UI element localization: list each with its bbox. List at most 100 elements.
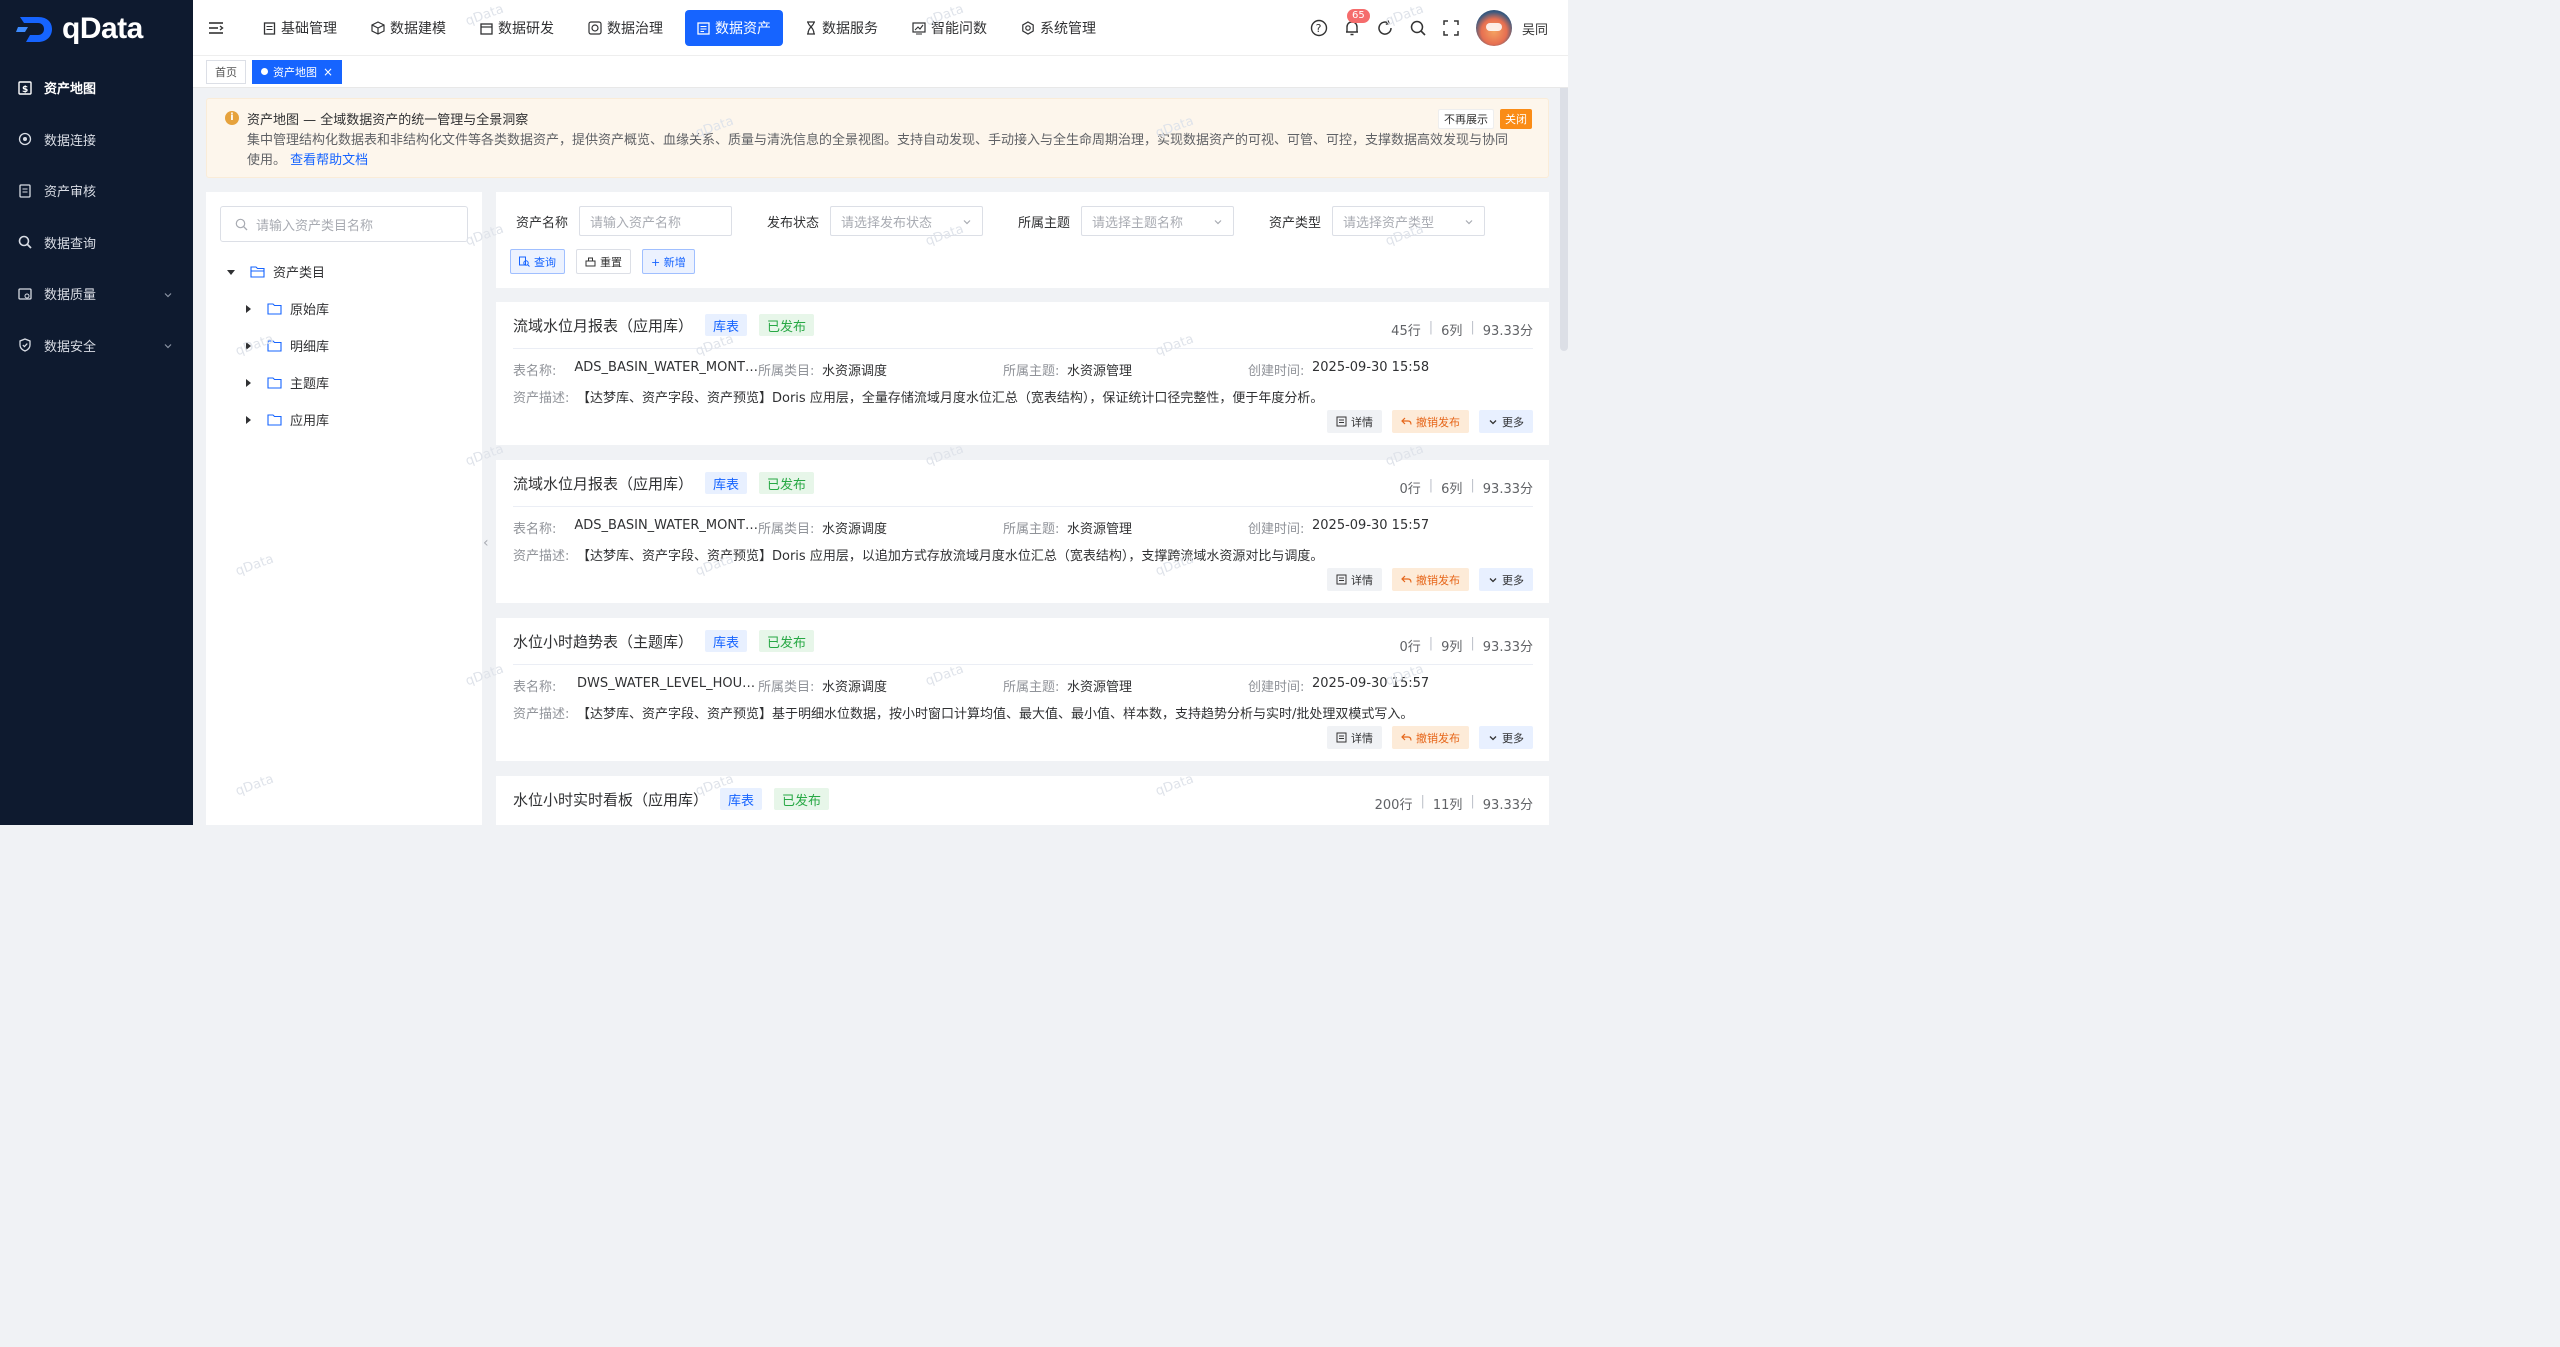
revoke-publish-button[interactable]: 撤销发布: [1392, 410, 1469, 433]
top-menu-governance[interactable]: 数据治理: [576, 10, 675, 46]
sidebar-item-label: 资产审核: [44, 185, 97, 201]
refresh-icon[interactable]: [1374, 17, 1396, 39]
dismiss-button[interactable]: 不再展示: [1438, 109, 1494, 129]
tree-node-theme[interactable]: 主题库: [243, 373, 329, 392]
query-button[interactable]: 查询: [510, 249, 565, 274]
search-placeholder: 请输入资产类目名称: [256, 218, 374, 234]
search-icon[interactable]: [1407, 17, 1429, 39]
meta-label: 资产描述:: [513, 549, 570, 564]
meta-label: 表名称:: [513, 680, 557, 695]
top-menu-modeling[interactable]: 数据建模: [359, 10, 458, 46]
search-icon: [519, 256, 530, 267]
meta-label: 所属主题:: [1003, 680, 1060, 695]
created-time: 2025-09-30 15:58: [1312, 360, 1430, 375]
svg-text:$: $: [22, 85, 28, 95]
top-menu: 基础管理 数据建模 数据研发 数据治理 数据资产 数据服务 智能问数 系统管理: [251, 10, 1118, 46]
folder-icon: [267, 376, 282, 389]
folder-icon: [267, 413, 282, 426]
asset-title[interactable]: 水位小时趋势表（主题库）: [513, 631, 693, 652]
meta-label: 创建时间:: [1248, 364, 1305, 379]
fullscreen-icon[interactable]: [1440, 17, 1462, 39]
sidebar-item-label: 资产地图: [44, 82, 97, 98]
filter-publish-status: 发布状态 请选择发布状态: [767, 206, 984, 236]
filter-asset-type: 资产类型 请选择资产类型: [1269, 206, 1486, 236]
meta-label: 所属类目:: [758, 522, 815, 537]
tree-node-raw[interactable]: 原始库: [243, 299, 329, 318]
sidebar-item-quality[interactable]: 数据质量: [0, 268, 193, 320]
bell-icon[interactable]: 65: [1341, 9, 1370, 39]
asset-title[interactable]: 流域水位月报表（应用库）: [513, 473, 693, 494]
divider: [513, 348, 1533, 349]
asset-title[interactable]: 流域水位月报表（应用库）: [513, 315, 693, 336]
desc-row: 资产描述: 【达梦库、资产字段、资产预览】基于明细水位数据，按小时窗口计算均值、…: [513, 703, 1413, 722]
meta-label: 所属类目:: [758, 680, 815, 695]
user-name[interactable]: 吴同: [1522, 19, 1548, 38]
revoke-publish-button[interactable]: 撤销发布: [1392, 568, 1469, 591]
help-icon[interactable]: ?: [1308, 17, 1330, 39]
search-icon: [235, 218, 248, 231]
asset-type-select[interactable]: 请选择资产类型: [1332, 206, 1486, 236]
meta-label: 资产描述:: [513, 707, 570, 722]
list-icon: [1336, 574, 1347, 585]
top-menu-basic[interactable]: 基础管理: [251, 10, 349, 46]
row-count: 0行: [1399, 482, 1421, 497]
close-icon[interactable]: ×: [323, 65, 333, 79]
chevron-down-icon: [1464, 216, 1474, 231]
meta-label: 所属主题:: [1003, 522, 1060, 537]
sidebar-item-audit[interactable]: 资产审核: [0, 165, 193, 217]
menu-collapse-icon[interactable]: [207, 19, 225, 37]
tree-node-detail[interactable]: 明细库: [243, 336, 329, 355]
sidebar-item-query[interactable]: 数据查询: [0, 217, 193, 269]
sidebar-item-asset-map[interactable]: $ 资产地图: [0, 62, 193, 114]
asset-title[interactable]: 水位小时实时看板（应用库）: [513, 789, 708, 810]
top-menu-label: 数据资产: [715, 21, 771, 37]
top-menu-asset[interactable]: 数据资产: [685, 10, 783, 46]
more-button[interactable]: 更多: [1479, 410, 1533, 433]
publish-status-select[interactable]: 请选择发布状态: [830, 206, 984, 236]
asset-name-input[interactable]: 请输入资产名称: [579, 206, 733, 236]
asset-map-icon: $: [18, 81, 32, 95]
caret-down-icon: [226, 267, 236, 277]
chevron-down-icon: [1488, 733, 1498, 743]
chevron-down-icon: [1488, 575, 1498, 585]
tree-root[interactable]: 资产类目: [226, 262, 325, 281]
detail-button[interactable]: 详情: [1327, 726, 1382, 749]
quality-score: 93.33分: [1482, 324, 1533, 339]
tab-asset-map[interactable]: 资产地图 ×: [252, 59, 343, 84]
more-button[interactable]: 更多: [1479, 568, 1533, 591]
button-label: 详情: [1351, 415, 1373, 429]
active-dot-icon: [261, 68, 268, 75]
card-title-row: 水位小时实时看板（应用库） 库表 已发布: [513, 788, 830, 810]
top-menu-dev[interactable]: 数据研发: [468, 10, 566, 46]
scrollbar[interactable]: [1560, 56, 1568, 351]
detail-button[interactable]: 详情: [1327, 568, 1382, 591]
sidebar-item-label: 数据质量: [44, 288, 97, 304]
add-button[interactable]: + 新增: [642, 249, 695, 274]
panel-collapse-icon[interactable]: ‹: [483, 535, 489, 551]
card-actions: 详情 撤销发布 更多: [1317, 726, 1533, 749]
theme-select[interactable]: 请选择主题名称: [1081, 206, 1235, 236]
tree-node-app[interactable]: 应用库: [243, 410, 329, 429]
asset-description: 【达梦库、资产字段、资产预览】Doris 应用层，以追加方式存放流域月度水位汇总…: [577, 549, 1324, 564]
top-menu-ai-query[interactable]: 智能问数: [900, 10, 999, 46]
help-doc-link[interactable]: 查看帮助文档: [290, 153, 368, 168]
card-title-row: 流域水位月报表（应用库） 库表 已发布: [513, 472, 815, 494]
revoke-publish-button[interactable]: 撤销发布: [1392, 726, 1469, 749]
row-count: 200行: [1374, 798, 1413, 813]
chevron-down-icon: [163, 340, 173, 355]
logo[interactable]: qData: [0, 0, 193, 58]
detail-button[interactable]: 详情: [1327, 410, 1382, 433]
button-label: 撤销发布: [1416, 731, 1460, 745]
category-search-input[interactable]: 请输入资产类目名称: [220, 206, 468, 242]
top-menu-service[interactable]: 数据服务: [793, 10, 890, 46]
avatar[interactable]: [1475, 10, 1512, 46]
more-button[interactable]: 更多: [1479, 726, 1533, 749]
sidebar-item-security[interactable]: 数据安全: [0, 320, 193, 372]
tab-home[interactable]: 首页: [206, 59, 246, 84]
sidebar-item-connection[interactable]: 数据连接: [0, 114, 193, 166]
alert-desc-text: 集中管理结构化数据表和非结构化文件等各类数据资产，提供资产概览、血缘关系、质量与…: [247, 133, 1509, 168]
caret-right-icon: [243, 304, 253, 314]
reset-button[interactable]: 重置: [576, 249, 631, 274]
top-menu-system[interactable]: 系统管理: [1009, 10, 1108, 46]
close-alert-button[interactable]: 关闭: [1500, 109, 1532, 129]
